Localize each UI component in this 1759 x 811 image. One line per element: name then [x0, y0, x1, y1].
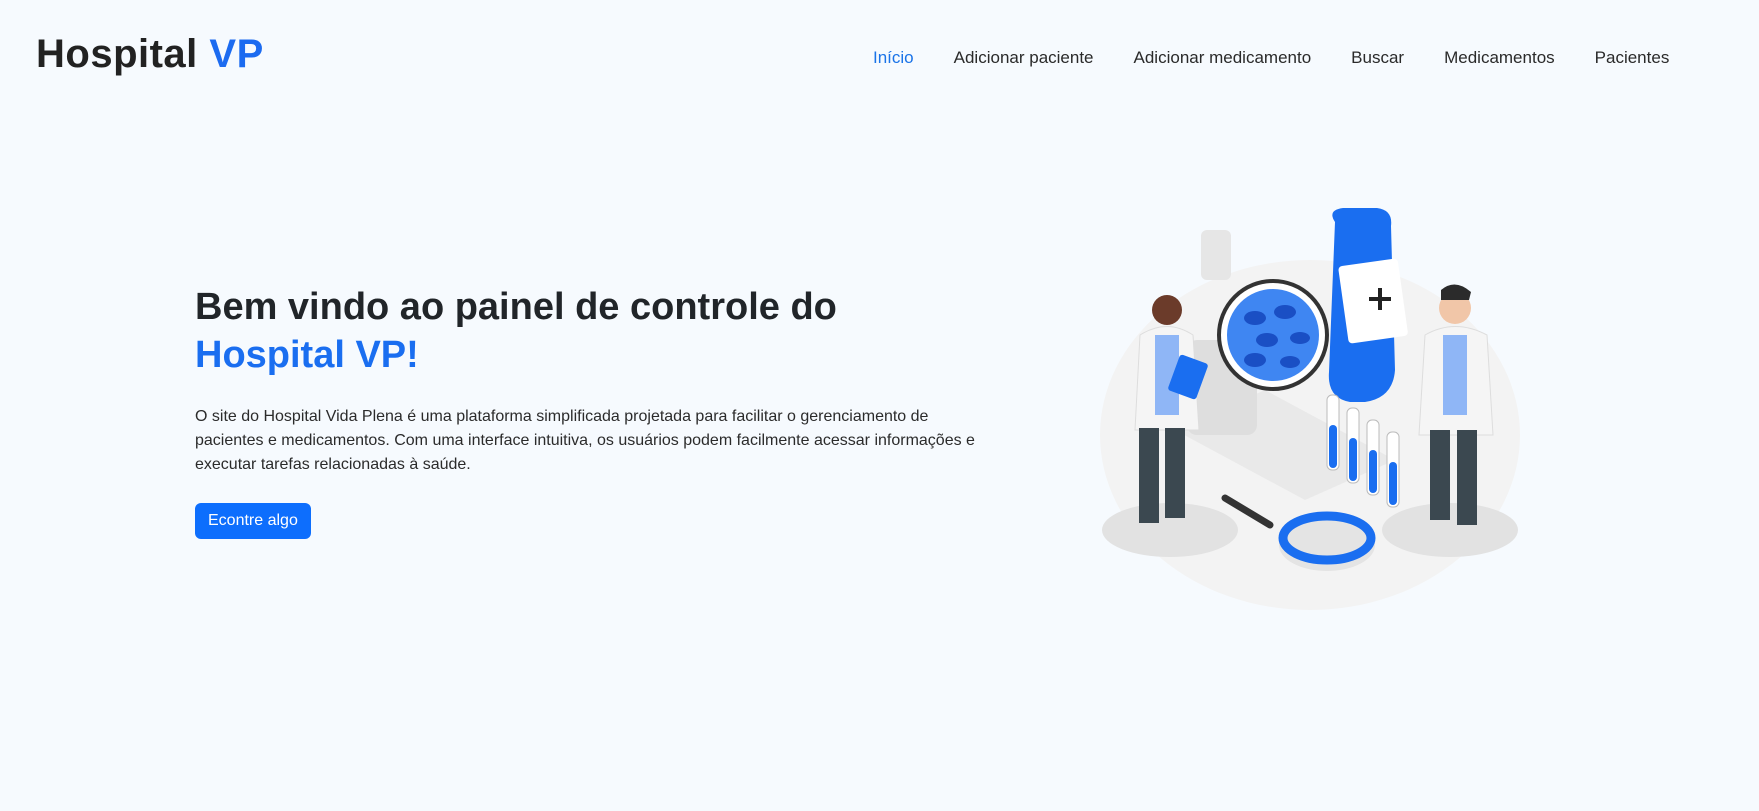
brand-accent: VP: [209, 32, 264, 76]
find-something-button[interactable]: Econtre algo: [195, 503, 311, 539]
nav-item-adicionar-medicamento[interactable]: Adicionar medicamento: [1134, 48, 1312, 68]
illustration-svg: [1100, 208, 1520, 610]
nav-item-medicamentos[interactable]: Medicamentos: [1444, 48, 1555, 68]
hero-title-accent: Hospital VP!: [195, 334, 419, 376]
microscope-eyepiece: [1201, 230, 1231, 280]
hero-title-main: Bem vindo ao painel de controle do: [195, 286, 837, 328]
cell-1: [1244, 311, 1266, 325]
nav-item-pacientes[interactable]: Pacientes: [1595, 48, 1670, 68]
nav-item-inicio[interactable]: Início: [873, 48, 914, 68]
hero-title: Bem vindo ao painel de controle do Hospi…: [195, 283, 1015, 379]
nav-item-adicionar-paciente[interactable]: Adicionar paciente: [954, 48, 1094, 68]
site-logo[interactable]: Hospital VP: [36, 32, 264, 77]
hero-section: Bem vindo ao painel de controle do Hospi…: [195, 283, 1015, 539]
main-nav: Início Adicionar paciente Adicionar medi…: [873, 48, 1709, 68]
nav-item-buscar[interactable]: Buscar: [1351, 48, 1404, 68]
cell-5: [1244, 353, 1266, 367]
cell-6: [1280, 356, 1300, 368]
hero-description: O site do Hospital Vida Plena é uma plat…: [195, 408, 975, 473]
cell-2: [1274, 305, 1296, 319]
cell-4: [1290, 332, 1310, 344]
brand-name: Hospital: [36, 32, 198, 76]
cell-3: [1256, 333, 1278, 347]
medical-lab-illustration: [1095, 200, 1535, 620]
